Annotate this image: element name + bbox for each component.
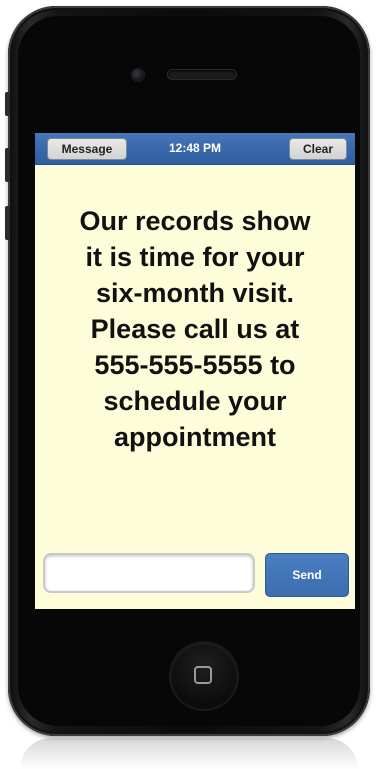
send-button[interactable]: Send <box>265 553 349 597</box>
volume-up-button <box>5 148 10 182</box>
earpiece-speaker <box>168 70 236 79</box>
message-line: appointment <box>114 422 276 452</box>
message-line: 555-555-5555 to <box>94 350 296 380</box>
message-line: it is time for your <box>85 242 305 272</box>
message-text: Our records show it is time for your six… <box>51 203 339 455</box>
phone-mockup: Message 12:48 PM Clear Our records show … <box>0 0 378 769</box>
phone-screen: Message 12:48 PM Clear Our records show … <box>35 133 355 609</box>
status-time: 12:48 PM <box>168 141 222 155</box>
mute-switch <box>5 92 10 116</box>
phone-reflection <box>20 738 358 769</box>
home-button[interactable] <box>171 643 237 709</box>
message-line: Our records show <box>79 206 311 236</box>
home-square-icon <box>194 666 212 684</box>
message-button[interactable]: Message <box>47 138 127 160</box>
front-camera <box>132 69 144 81</box>
navigation-bar: Message 12:48 PM Clear <box>35 133 355 165</box>
message-line: six-month visit. <box>95 278 295 308</box>
clear-button[interactable]: Clear <box>289 138 347 160</box>
volume-down-button <box>5 206 10 240</box>
message-line: Please call us at <box>90 314 300 344</box>
message-input[interactable] <box>43 553 255 593</box>
message-line: schedule your <box>103 386 287 416</box>
